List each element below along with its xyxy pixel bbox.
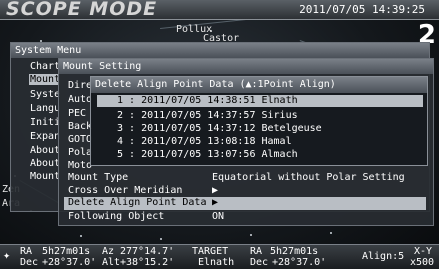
delete-align-point-data-arrow-icon: ▶ — [212, 197, 219, 208]
mount-setting-item[interactable]: Back — [68, 121, 92, 132]
system-menu-item-about-1[interactable]: About — [30, 145, 60, 156]
system-menu-item-language[interactable]: Langu — [30, 103, 60, 114]
delete-align-point-popup-title: Delete Align Point Data (▲:1Point Align) — [91, 77, 427, 93]
telescope-icon: ✦ — [3, 248, 11, 262]
az-value: 277°14.7' — [120, 246, 175, 257]
system-menu-item-mount[interactable]: Mount — [29, 74, 60, 85]
system-menu-item-system[interactable]: Syste — [30, 89, 60, 100]
mount-setting-item[interactable]: GOTO — [68, 134, 92, 145]
mount-setting-title: Mount Setting — [59, 59, 433, 74]
cross-over-meridian-arrow-icon[interactable]: ▶ — [212, 185, 218, 196]
zoom-value: x500 — [410, 257, 435, 268]
system-menu-title: System Menu — [11, 43, 429, 58]
mount-type-value: Equatorial without Polar Setting — [212, 172, 405, 183]
target-ra-label: RA — [250, 246, 263, 257]
az-label: Az — [102, 246, 115, 257]
dec-value: +28°37.0' — [42, 257, 97, 268]
align-point-item-3[interactable]: 3 : 2011/07/05 14:37:12 Betelgeuse — [117, 123, 322, 135]
target-label: TARGET — [192, 246, 229, 257]
align-point-item-4[interactable]: 4 : 2011/07/05 13:08:18 Hamal — [117, 136, 292, 148]
dec-label: Dec — [20, 257, 39, 268]
star — [330, 232, 332, 234]
system-menu-item-chart[interactable]: Chart — [30, 61, 60, 72]
datetime: 2011/07/05 14:39:25 — [299, 3, 425, 16]
screen: Pollux Castor Ara Zen SCOPE MODE 2011/07… — [0, 0, 439, 269]
system-menu-item-about-2[interactable]: About — [30, 158, 60, 169]
target-dec-label: Dec — [250, 257, 269, 268]
align-point-item-2[interactable]: 2 : 2011/07/05 14:37:57 Sirius — [117, 110, 298, 122]
cross-over-meridian-label[interactable]: Cross Over Meridian — [68, 185, 182, 196]
mount-setting-item[interactable]: Moto — [68, 160, 92, 171]
system-menu-item-mount-2[interactable]: Mount — [30, 171, 60, 182]
following-object-value[interactable]: ON — [212, 211, 224, 222]
ra-label: RA — [20, 246, 33, 257]
delete-align-point-data-row[interactable]: Delete Align Point Data ▶ — [64, 197, 426, 210]
alt-value: +38°15.2' — [120, 257, 175, 268]
alt-label: Alt — [102, 257, 121, 268]
target-name: Elnath — [198, 257, 235, 268]
align-count: Align:5 — [362, 251, 405, 262]
system-menu-item-expansion[interactable]: Expan — [30, 131, 60, 142]
star — [80, 235, 82, 237]
target-dec-value: +28°37.0' — [272, 257, 327, 268]
ra-value: 5h27m01s — [42, 246, 91, 257]
zoom-label: X-Y — [414, 246, 433, 257]
mount-setting-item[interactable]: Dire — [68, 80, 92, 91]
star — [250, 234, 252, 236]
align-point-item-1[interactable]: 1 : 2011/07/05 14:38:51 Elnath — [97, 95, 423, 107]
following-object-label[interactable]: Following Object — [68, 211, 164, 222]
top-bar: SCOPE MODE 2011/07/05 14:39:25 — [0, 0, 439, 20]
delete-align-point-data-label: Delete Align Point Data — [68, 197, 207, 208]
star — [160, 238, 162, 240]
mount-setting-item[interactable]: PEC — [68, 108, 86, 119]
status-bar: ✦ RA 5h27m01s Dec +28°37.0' Az 277°14.7'… — [0, 244, 439, 269]
mount-setting-item[interactable]: Auto — [68, 94, 92, 105]
target-ra-value: 5h27m01s — [270, 246, 319, 257]
system-menu-item-initial[interactable]: Initi — [30, 117, 60, 128]
align-point-item-5[interactable]: 5 : 2011/07/05 13:07:56 Almach — [117, 149, 298, 161]
mount-setting-item[interactable]: Pola — [68, 147, 92, 158]
mount-type-label[interactable]: Mount Type — [68, 172, 128, 183]
mode-title: SCOPE MODE — [6, 0, 158, 20]
